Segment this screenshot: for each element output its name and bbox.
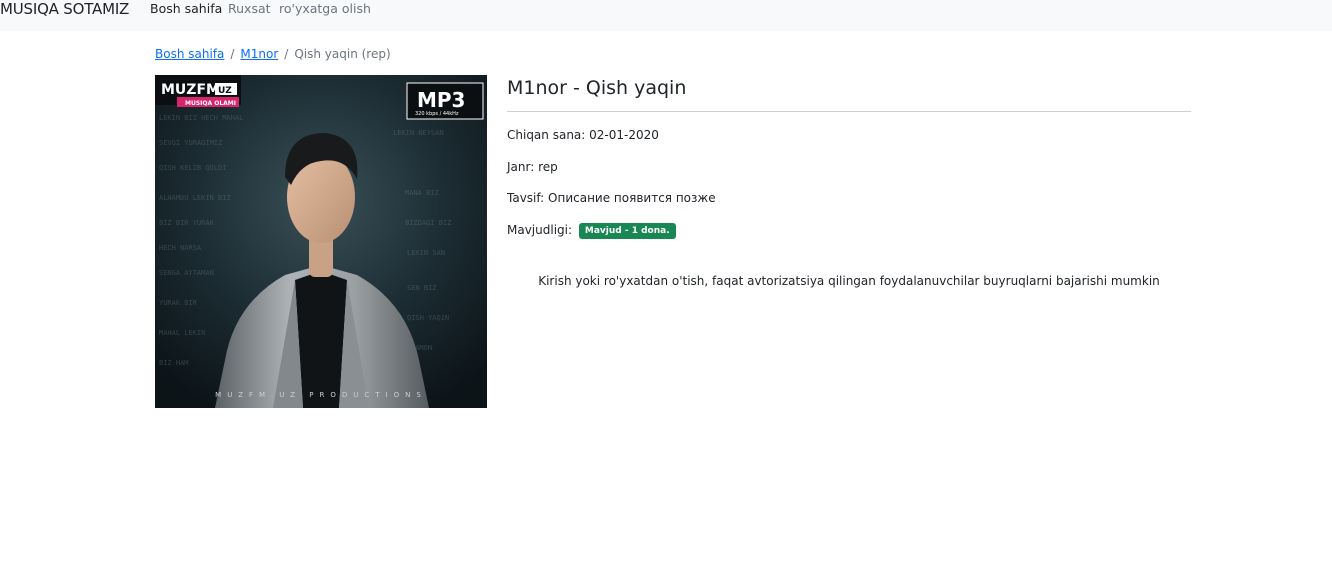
breadcrumb-home[interactable]: Bosh sahifa xyxy=(155,47,224,61)
brand-link[interactable]: MUSIQA SOTAMIZ xyxy=(0,0,129,18)
svg-text:LEKIN SAN: LEKIN SAN xyxy=(407,249,445,257)
svg-text:QISH KELIB QOLDI: QISH KELIB QOLDI xyxy=(159,164,226,172)
svg-text:SEN BIZ: SEN BIZ xyxy=(407,284,437,292)
product-title: M1nor - Qish yaqin xyxy=(507,77,687,99)
svg-text:YURAK BIR: YURAK BIR xyxy=(159,299,198,307)
svg-text:BIZ HAM: BIZ HAM xyxy=(159,359,189,367)
breadcrumb-separator: / xyxy=(230,47,235,61)
cover-footer: MUZFM.UZ PRODUCTIONS xyxy=(215,391,427,399)
album-cover-image: LEKIN BIZ HECH MAHAL SEVGI YURAGIMIZ QIS… xyxy=(155,75,487,408)
availability: Mavjudligi: Mavjud - 1 dona. xyxy=(507,222,676,239)
breadcrumb: Bosh sahifa / M1nor / Qish yaqin (rep) xyxy=(155,46,391,62)
cover-format: MP3 xyxy=(417,88,465,112)
title-divider xyxy=(507,111,1191,112)
description: Tavsif: Описание появится позже xyxy=(507,191,716,205)
breadcrumb-current: Qish yaqin (rep) xyxy=(294,47,391,61)
release-date: Chiqan sana: 02-01-2020 xyxy=(507,128,659,142)
svg-text:HECH NARSA: HECH NARSA xyxy=(159,244,202,252)
login-notice: Kirish yoki ro'yxatdan o'tish, faqat avt… xyxy=(538,274,1160,288)
breadcrumb-separator: / xyxy=(284,47,289,61)
svg-text:MAHAL LEKIN: MAHAL LEKIN xyxy=(159,329,205,337)
cover-logo-sub: MUSIQA OLAMI xyxy=(185,100,236,107)
svg-text:SEVGI YURAGIMIZ: SEVGI YURAGIMIZ xyxy=(159,139,222,147)
nav-link-home[interactable]: Bosh sahifa xyxy=(150,1,222,17)
genre: Janr: rep xyxy=(507,160,558,174)
svg-text:SENGA AYTAMAN: SENGA AYTAMAN xyxy=(159,269,214,277)
svg-text:LEKIN NEYSAN: LEKIN NEYSAN xyxy=(393,129,444,137)
svg-text:LEKIN BIZ HECH MAHAL: LEKIN BIZ HECH MAHAL xyxy=(159,114,243,122)
top-navbar: MUSIQA SOTAMIZ Bosh sahifa Ruxsat ro'yxa… xyxy=(0,0,1332,31)
svg-text:ALHAMDU LEKIN BIZ: ALHAMDU LEKIN BIZ xyxy=(159,194,231,202)
cover-logo-text: MUZFM xyxy=(161,82,220,98)
nav-link-login[interactable]: Ruxsat xyxy=(228,1,271,17)
availability-label: Mavjudligi: xyxy=(507,223,573,237)
nav-link-register[interactable]: ro'yxatga olish xyxy=(279,1,371,17)
svg-text:QISH YAQIN: QISH YAQIN xyxy=(407,314,449,322)
svg-text:BIZ BIR YURAK: BIZ BIR YURAK xyxy=(159,219,215,227)
svg-text:MANA BIZ: MANA BIZ xyxy=(405,189,439,197)
breadcrumb-artist[interactable]: M1nor xyxy=(240,47,278,61)
cover-format-sub: 320 kbps / 44kHz xyxy=(415,111,459,117)
cover-logo-domain: UZ xyxy=(218,86,232,96)
svg-text:BIZDAGI BIZ: BIZDAGI BIZ xyxy=(405,219,451,227)
availability-badge: Mavjud - 1 dona. xyxy=(578,223,676,239)
